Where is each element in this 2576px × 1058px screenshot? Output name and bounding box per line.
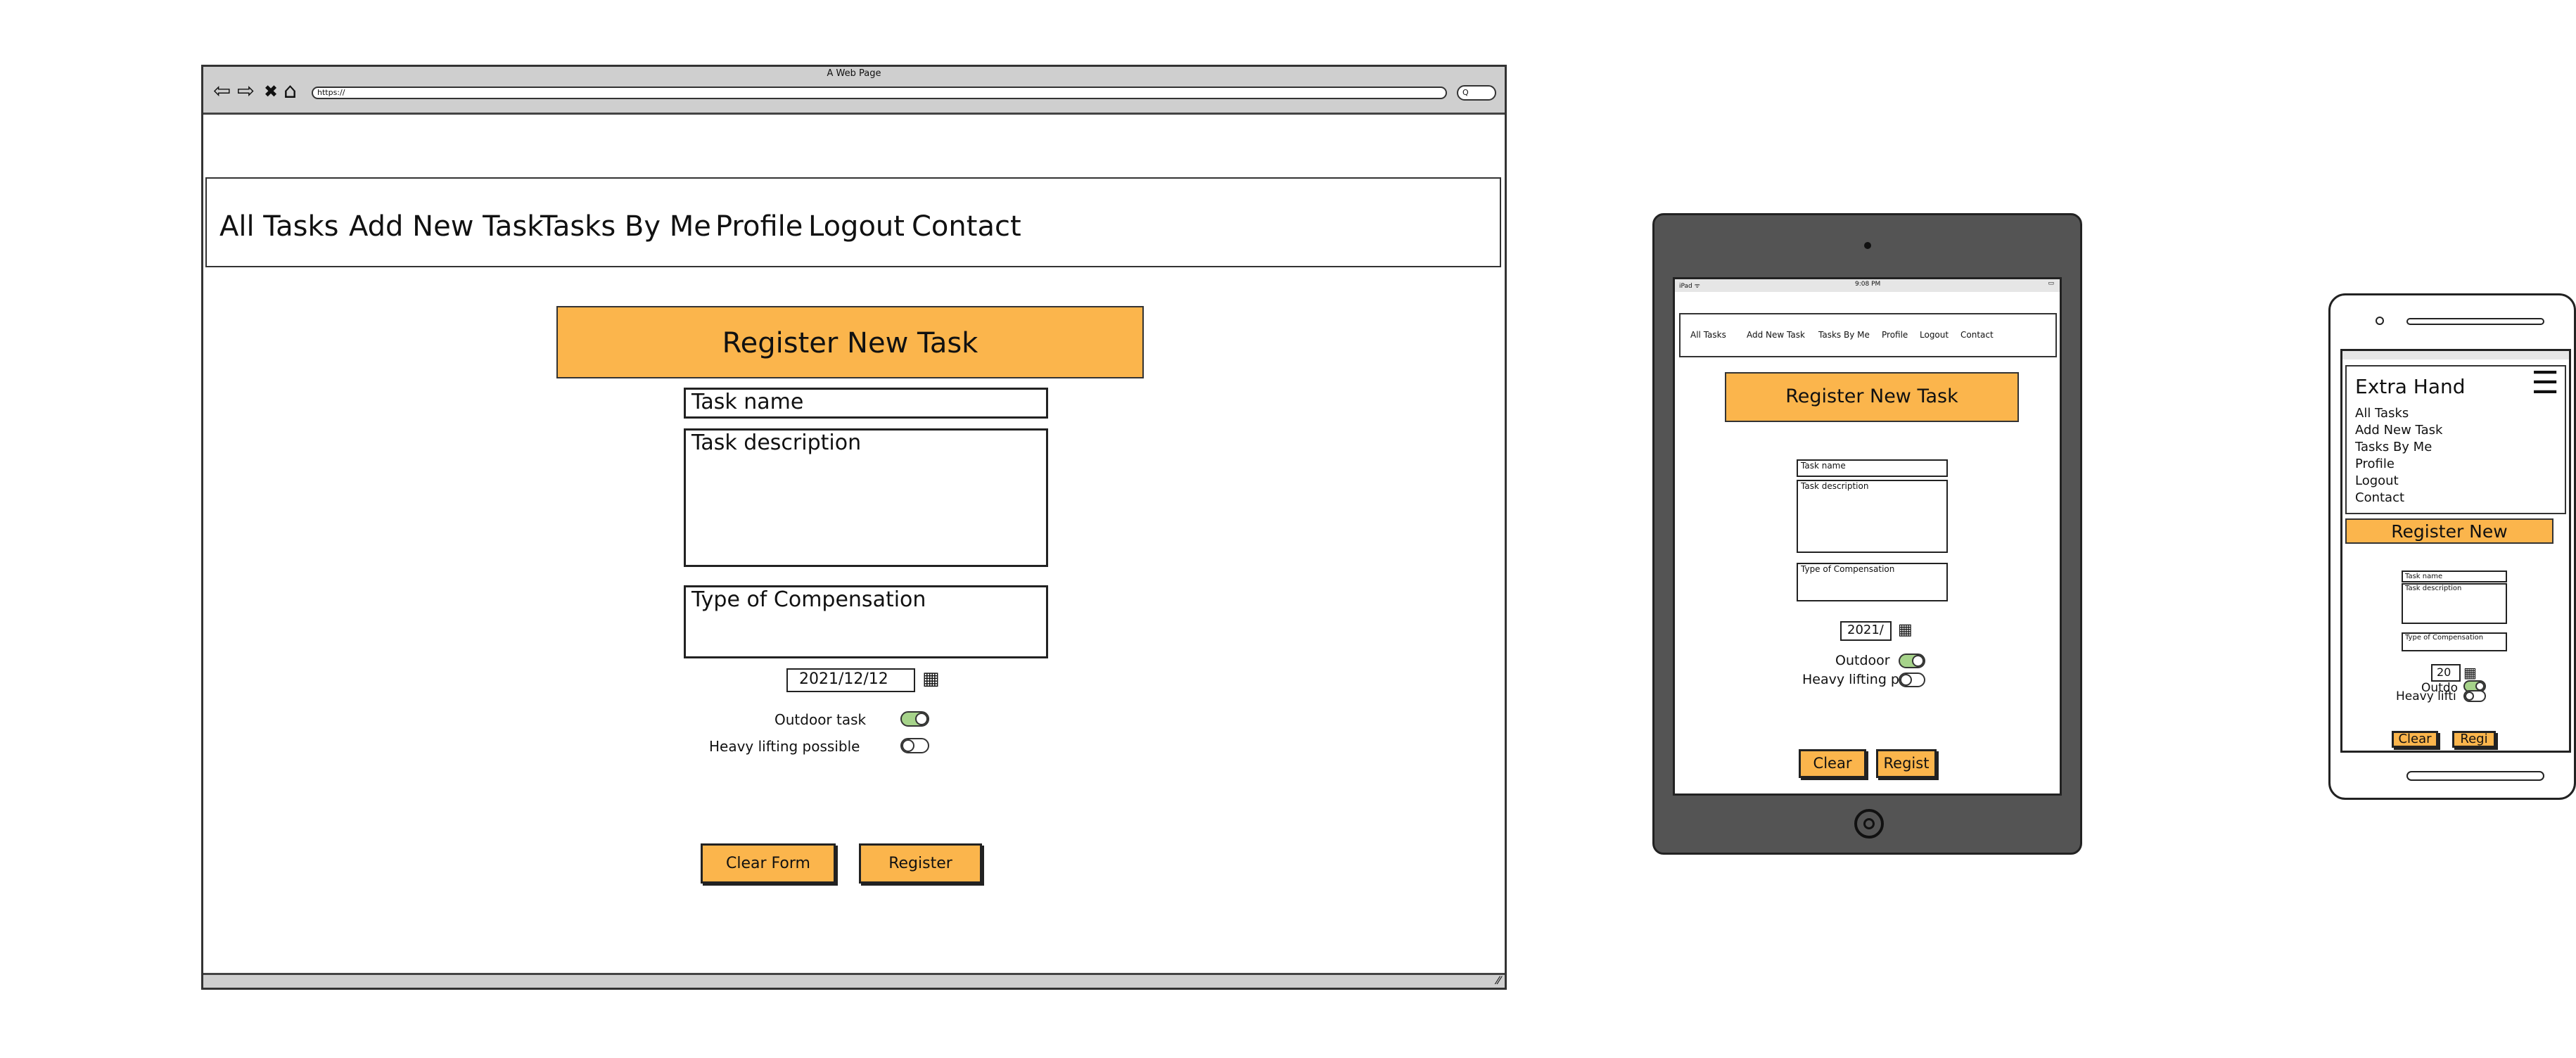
phone-task-description-textarea[interactable]: Task description xyxy=(2402,583,2507,624)
tablet-nav-logout[interactable]: Logout xyxy=(1920,330,1949,340)
phone-device: Extra Hand ☰ All Tasks Add New Task Task… xyxy=(2328,293,2576,800)
toggle-knob xyxy=(1900,674,1912,686)
toggle-knob xyxy=(915,713,928,725)
task-name-input[interactable]: Task name xyxy=(684,388,1048,419)
tablet-nav-contact[interactable]: Contact xyxy=(1960,330,1994,340)
address-bar[interactable]: https:// xyxy=(312,87,1447,99)
phone-nav-contact[interactable]: Contact xyxy=(2355,490,2404,505)
tablet-task-description-textarea[interactable]: Task description xyxy=(1797,480,1948,553)
calendar-icon[interactable]: ▦ xyxy=(922,668,940,689)
heavy-lifting-label: Heavy lifting possible xyxy=(709,738,860,755)
phone-screen: Extra Hand ☰ All Tasks Add New Task Task… xyxy=(2340,349,2571,753)
tablet-device: iPad ᯤ 9:08 PM ▭ All Tasks Add New Task … xyxy=(1652,213,2082,855)
tablet-task-name-input[interactable]: Task name xyxy=(1797,459,1948,477)
tablet-nav-all-tasks[interactable]: All Tasks xyxy=(1690,330,1726,340)
tablet-nav-profile[interactable]: Profile xyxy=(1882,330,1908,340)
tablet-carrier: iPad ᯤ xyxy=(1679,283,1700,290)
form-title-banner: Register New Task xyxy=(556,306,1144,378)
forward-arrow-icon[interactable]: ⇨ xyxy=(237,81,255,102)
form-title: Register New Task xyxy=(722,327,978,359)
nav-all-tasks[interactable]: All Tasks xyxy=(219,210,338,243)
tablet-outdoor-toggle[interactable] xyxy=(1899,654,1925,668)
tablet-compensation-textarea[interactable]: Type of Compensation xyxy=(1797,563,1948,601)
tablet-calendar-icon[interactable]: ▦ xyxy=(1898,621,1913,639)
tablet-heavy-lifting-toggle[interactable] xyxy=(1899,673,1925,687)
resize-grip-icon[interactable]: ⁄⁄ xyxy=(1497,974,1500,987)
register-button[interactable]: Register xyxy=(859,843,982,884)
nav-tasks-by-me[interactable]: Tasks By Me xyxy=(540,210,711,243)
phone-form-title: Register New xyxy=(2345,518,2553,544)
phone-compensation-textarea[interactable]: Type of Compensation xyxy=(2402,632,2507,651)
date-value: 2021/12/12 xyxy=(799,670,888,688)
phone-status-bar xyxy=(2342,351,2569,359)
phone-camera xyxy=(2376,317,2384,325)
nav-add-new-task[interactable]: Add New Task xyxy=(349,210,543,243)
hamburger-menu-icon[interactable]: ☰ xyxy=(2532,368,2559,399)
phone-speaker xyxy=(2406,318,2544,325)
battery-icon: ▭ xyxy=(2048,280,2054,287)
browser-title: A Web Page xyxy=(827,68,881,79)
heavy-lifting-toggle[interactable] xyxy=(900,738,929,753)
phone-nav-tasks-by-me[interactable]: Tasks By Me xyxy=(2355,440,2432,454)
browser-toolbar: A Web Page ⇦ ⇨ ✖ ⌂ https:// Q xyxy=(203,67,1505,115)
tablet-outdoor-label: Outdoor xyxy=(1835,653,1890,668)
phone-heavy-lifting-label: Heavy lifti xyxy=(2396,689,2456,703)
phone-nav-add-new-task[interactable]: Add New Task xyxy=(2355,423,2442,438)
tablet-status-bar: iPad ᯤ 9:08 PM ▭ xyxy=(1675,279,2060,292)
tablet-date-input[interactable]: 2021/ xyxy=(1840,621,1892,641)
clear-form-button[interactable]: Clear Form xyxy=(701,843,836,884)
tablet-home-button[interactable] xyxy=(1854,809,1884,839)
toggle-knob xyxy=(902,739,914,752)
task-description-textarea[interactable]: Task description xyxy=(684,428,1048,567)
tablet-camera xyxy=(1864,242,1871,249)
back-arrow-icon[interactable]: ⇦ xyxy=(213,81,231,102)
toggle-knob xyxy=(2465,691,2474,701)
tablet-form-title: Register New Task xyxy=(1725,372,2019,422)
tablet-nav-add-new-task[interactable]: Add New Task xyxy=(1747,330,1805,340)
tablet-time: 9:08 PM xyxy=(1855,281,1881,288)
nav-profile[interactable]: Profile xyxy=(715,210,803,243)
phone-nav-logout[interactable]: Logout xyxy=(2355,473,2399,488)
nav-contact[interactable]: Contact xyxy=(912,210,1021,243)
phone-task-name-input[interactable]: Task name xyxy=(2402,571,2507,582)
compensation-placeholder: Type of Compensation xyxy=(691,587,926,612)
browser-status-bar: ⁄⁄ xyxy=(203,973,1505,988)
phone-brand: Extra Hand xyxy=(2355,375,2466,398)
home-button-ring xyxy=(1863,818,1875,829)
phone-clear-button[interactable]: Clear xyxy=(2392,731,2438,748)
browser-window: A Web Page ⇦ ⇨ ✖ ⌂ https:// Q All Tasks … xyxy=(201,65,1507,990)
tablet-clear-button[interactable]: Clear xyxy=(1799,749,1866,778)
main-navigation: All Tasks Add New Task Tasks By Me Profi… xyxy=(205,177,1501,267)
phone-calendar-icon[interactable]: ▦ xyxy=(2463,664,2477,681)
outdoor-task-toggle[interactable] xyxy=(900,711,929,727)
task-name-placeholder: Task name xyxy=(691,390,804,414)
tablet-screen: iPad ᯤ 9:08 PM ▭ All Tasks Add New Task … xyxy=(1673,277,2062,796)
phone-date-input[interactable]: 20 xyxy=(2431,664,2461,682)
phone-nav-all-tasks[interactable]: All Tasks xyxy=(2355,406,2409,421)
task-description-placeholder: Task description xyxy=(691,431,862,455)
tablet-register-button[interactable]: Regist xyxy=(1876,749,1937,778)
stop-icon[interactable]: ✖ xyxy=(264,81,278,102)
toggle-knob xyxy=(1912,655,1924,667)
phone-register-button[interactable]: Regi xyxy=(2452,731,2496,748)
tablet-navigation: All Tasks Add New Task Tasks By Me Profi… xyxy=(1679,313,2057,357)
tablet-heavy-lifting-label: Heavy lifting p xyxy=(1802,672,1899,687)
phone-home-button[interactable] xyxy=(2406,771,2544,781)
nav-logout[interactable]: Logout xyxy=(808,210,905,243)
home-icon[interactable]: ⌂ xyxy=(283,81,297,102)
compensation-textarea[interactable]: Type of Compensation xyxy=(684,585,1048,658)
tablet-nav-tasks-by-me[interactable]: Tasks By Me xyxy=(1818,330,1870,340)
browser-search-field[interactable]: Q xyxy=(1457,85,1496,101)
outdoor-task-label: Outdoor task xyxy=(774,711,867,728)
phone-heavy-lifting-toggle[interactable] xyxy=(2463,690,2486,702)
phone-nav-profile[interactable]: Profile xyxy=(2355,457,2395,471)
phone-navigation: Extra Hand ☰ All Tasks Add New Task Task… xyxy=(2345,365,2566,514)
date-input[interactable]: 2021/12/12 xyxy=(786,668,915,692)
